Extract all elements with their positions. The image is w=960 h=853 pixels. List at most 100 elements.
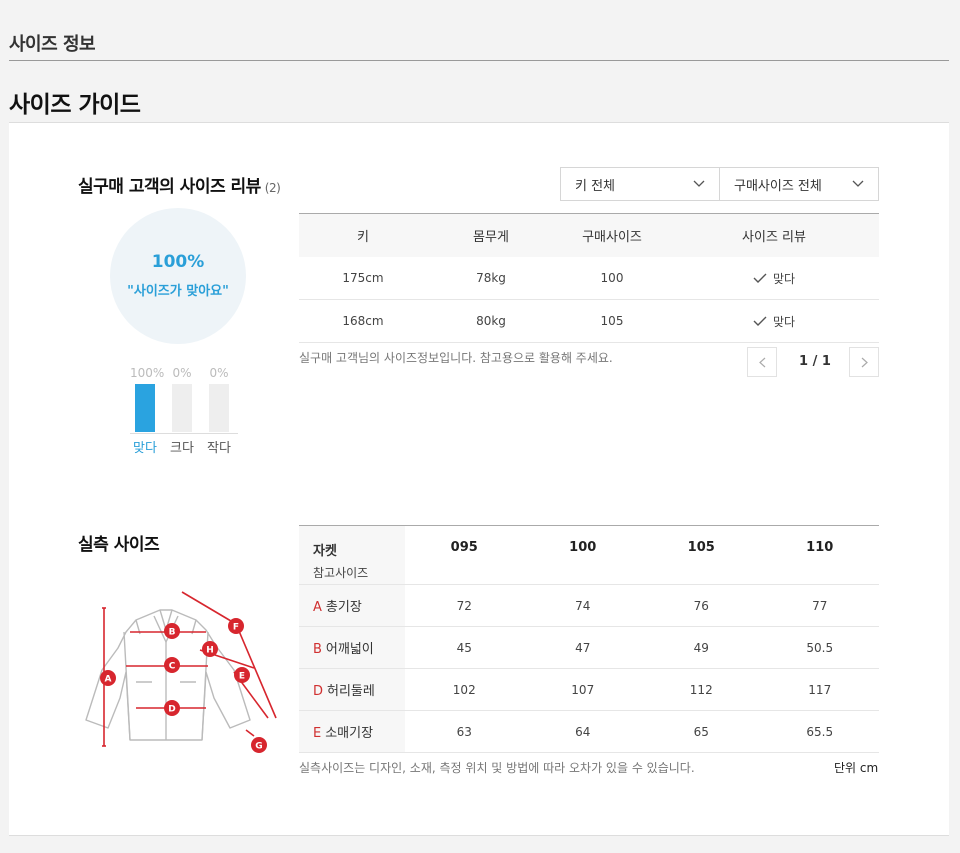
size-filter-value: 구매사이즈 전체 [734,178,822,194]
column-header: 키 [299,213,427,257]
measure-table-header: 자켓 참고사이즈 095 100 105 110 [299,525,879,585]
marker-e-icon: E [234,667,250,683]
cell-height: 168cm [299,299,427,343]
table-row: A 총기장 72 74 76 77 [299,584,879,627]
section-title: 사이즈 정보 [9,34,96,55]
marker-a-icon: A [100,670,116,686]
svg-text:D: D [168,705,175,715]
bar-percent: 100% [130,366,165,380]
measure-title: 실측 사이즈 [78,535,160,555]
cell-size: 100 [555,257,669,300]
review-table: 키 몸무게 구매사이즈 사이즈 리뷰 175cm 78kg 100 맞다 168… [299,213,879,343]
table-row: B 어깨넓이 45 47 49 50.5 [299,626,879,669]
table-row: 168cm 80kg 105 맞다 [299,299,879,343]
review-value: 맞다 [772,271,796,286]
bar-label: 크다 [170,441,194,456]
cell-weight: 78kg [427,257,555,300]
fit-bar-fit: 100% 맞다 [130,366,165,456]
svg-text:H: H [206,646,214,656]
size-header: 095 [405,525,524,585]
bar-label: 작다 [207,441,231,456]
bar-percent: 0% [172,366,192,380]
bar-percent: 0% [209,366,229,380]
table-cell: 47 [523,626,642,669]
table-row: 175cm 78kg 100 맞다 [299,257,879,300]
check-icon [753,316,767,326]
table-cell: 63 [405,710,524,753]
cell-review: 맞다 [669,257,879,300]
review-note: 실구매 고객님의 사이즈정보입니다. 참고용으로 활용해 주세요. [299,351,613,365]
marker-c-icon: C [164,657,180,673]
bar-track [172,384,192,432]
review-title-text: 실구매 고객의 사이즈 리뷰 [78,177,261,197]
svg-text:G: G [255,742,262,752]
bar-label: 맞다 [133,441,157,456]
item-header: 자켓 참고사이즈 [299,525,405,585]
column-header: 구매사이즈 [555,213,669,257]
marker-g-icon: G [251,737,267,753]
next-page-button[interactable] [849,347,879,377]
cell-weight: 80kg [427,299,555,343]
cell-review: 맞다 [669,299,879,343]
marker-h-icon: H [202,641,218,657]
marker-b-icon: B [164,623,180,639]
column-header: 몸무게 [427,213,555,257]
chevron-down-icon [693,180,705,187]
measure-name: 어깨넓이 [325,642,374,657]
review-table-header: 키 몸무게 구매사이즈 사이즈 리뷰 [299,213,879,257]
bar-baseline [130,433,238,434]
height-filter-select[interactable]: 키 전체 [560,167,720,201]
table-cell: 112 [642,668,761,711]
size-header: 100 [523,525,642,585]
measure-note: 실측사이즈는 디자인, 소재, 측정 위치 및 방법에 따라 오차가 있을 수 … [299,761,695,775]
unit-label: 단위 cm [834,761,879,775]
row-label: D 허리둘레 [299,668,405,711]
row-label: A 총기장 [299,584,405,627]
fit-bar-small: 0% 작다 [204,366,234,456]
chevron-right-icon [861,357,868,367]
fit-bar-large: 0% 크다 [167,366,197,456]
table-row: E 소매기장 63 64 65 65.5 [299,710,879,753]
size-header: 105 [642,525,761,585]
review-title: 실구매 고객의 사이즈 리뷰 (2) [78,172,281,197]
svg-text:E: E [239,672,245,682]
jacket-diagram: A B C D E F G H [85,591,277,753]
table-cell: 64 [523,710,642,753]
table-cell: 45 [405,626,524,669]
fit-summary-circle: 100% "사이즈가 맞아요" [110,208,246,344]
table-cell: 50.5 [760,626,879,669]
row-label: B 어깨넓이 [299,626,405,669]
cell-height: 175cm [299,257,427,300]
pagination-text: 1 / 1 [799,354,831,369]
table-cell: 72 [405,584,524,627]
prev-page-button[interactable] [747,347,777,377]
size-header: 110 [760,525,879,585]
measure-code: B [313,642,322,657]
fit-summary-text: "사이즈가 맞아요" [127,284,229,299]
review-value: 맞다 [772,314,796,329]
chevron-down-icon [852,180,864,187]
height-filter-value: 키 전체 [575,178,616,194]
item-sub-label: 참고사이즈 [313,566,369,580]
measure-table: 자켓 참고사이즈 095 100 105 110 A 총기장 72 74 76 77… [299,525,879,753]
divider [9,60,949,61]
page-title: 사이즈 가이드 [9,92,141,118]
table-row: D 허리둘레 102 107 112 117 [299,668,879,711]
measure-name: 허리둘레 [327,684,375,699]
svg-text:F: F [233,623,239,633]
table-cell: 49 [642,626,761,669]
marker-d-icon: D [164,700,180,716]
svg-text:B: B [169,628,176,638]
table-cell: 65.5 [760,710,879,753]
table-cell: 102 [405,668,524,711]
table-cell: 65 [642,710,761,753]
measure-name: 총기장 [325,600,362,615]
bar-track [209,384,229,432]
table-cell: 74 [523,584,642,627]
size-filter-select[interactable]: 구매사이즈 전체 [719,167,879,201]
chevron-left-icon [758,357,765,367]
column-header: 사이즈 리뷰 [669,213,879,257]
bar-fill [135,384,155,432]
measure-code: E [313,726,322,741]
fit-percent: 100% [151,252,205,272]
